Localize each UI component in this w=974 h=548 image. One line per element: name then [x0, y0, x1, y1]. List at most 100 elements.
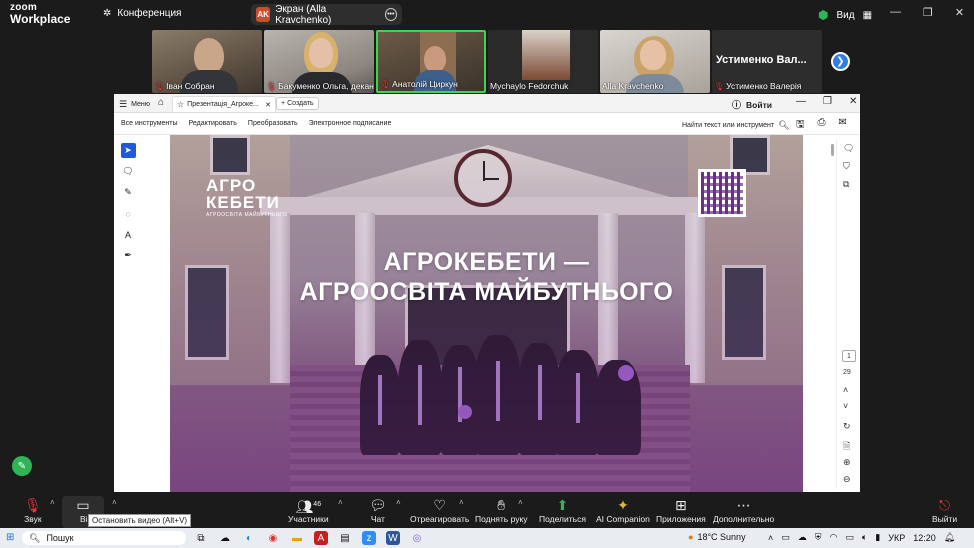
audio-button[interactable]: 🎙 Звук	[24, 496, 42, 524]
text-tool-icon[interactable]: A	[121, 227, 136, 242]
comment-panel-icon[interactable]: 🗨	[843, 143, 854, 154]
volume-icon[interactable]: 🔈︎	[862, 532, 867, 543]
participants-count: 46	[313, 501, 322, 508]
tool-convert[interactable]: Преобразовать	[248, 120, 298, 127]
edge-icon[interactable]: ◐	[242, 531, 256, 545]
signin-button[interactable]: ⓘ Войти	[732, 98, 772, 111]
restore-icon[interactable]: ❐	[823, 96, 832, 107]
minimize-icon[interactable]: —	[796, 96, 806, 107]
pen-icon[interactable]: ✎	[121, 185, 136, 200]
lasso-icon[interactable]: ◌	[121, 206, 136, 221]
onedrive-icon[interactable]: ☁	[798, 532, 807, 543]
annotate-pencil-button[interactable]: ✎	[12, 456, 32, 476]
comment-icon[interactable]: 🗨	[121, 164, 136, 179]
clock-time[interactable]: 12:20	[913, 533, 936, 543]
pencil-icon: ✎	[17, 460, 27, 472]
vertical-scrollbar[interactable]	[831, 144, 834, 156]
zoom-app-icon[interactable]: z	[362, 531, 376, 545]
windows-taskbar: ⊞ 🔍︎ Пошук ⧉ ☁ ◐ ◉ ▬ A ▤ z W ◎ ● 18°C Su…	[0, 528, 974, 548]
ai-companion-button[interactable]: ✦ AI Companion	[596, 496, 650, 524]
audio-options-caret[interactable]: ˄	[50, 498, 55, 507]
chevron-up-icon[interactable]: ˄	[843, 385, 848, 395]
apps-label: Приложения	[656, 514, 706, 524]
screen-share-indicator[interactable]: AK Экран (Alla Kravchenko) •••	[251, 4, 402, 26]
participant-tile[interactable]: 🎙 Бакуменко Ольга, декан	[264, 30, 374, 93]
participant-tile[interactable]: 🎙 Іван Собран	[152, 30, 262, 93]
tab-title: Презентація_Агроке...	[187, 101, 259, 108]
refresh-icon[interactable]: ↻	[843, 421, 851, 432]
more-icon: ⋯	[736, 497, 751, 513]
chat-button[interactable]: 💬︎ Чат	[369, 496, 387, 524]
tray-arrow-icon[interactable]: ˄	[768, 533, 773, 543]
video-options-caret[interactable]: ˄	[112, 498, 117, 507]
language-indicator[interactable]: УКР	[888, 533, 905, 543]
apps-button[interactable]: ⊞ Приложения	[656, 496, 706, 524]
acrobat-icon[interactable]: A	[314, 531, 328, 545]
create-button[interactable]: + Создать	[276, 97, 319, 110]
acrobat-title-bar: ☰ Меню ⌂ ☆ Презентація_Агроке... ✕ + Соз…	[114, 94, 860, 113]
search-tool[interactable]: Найти текст или инструмент 🔍︎	[682, 120, 790, 131]
wifi-icon[interactable]: ◠	[830, 532, 838, 543]
leave-button[interactable]: ⎋ Выйти	[932, 496, 957, 524]
home-icon[interactable]: ⌂	[158, 97, 164, 108]
close-icon[interactable]: ✕	[955, 6, 964, 19]
stamp-icon[interactable]: ✒	[121, 248, 136, 263]
zoom-out-icon[interactable]: ⊖	[843, 474, 851, 485]
tool-edit[interactable]: Редактировать	[189, 120, 237, 127]
minimize-icon[interactable]: —	[890, 6, 901, 19]
explorer-icon[interactable]: ▬	[290, 531, 304, 545]
participant-tile[interactable]: Устименко Вал... 🎙 Устименко Валерія	[712, 30, 822, 93]
next-page-button[interactable]: ❯	[831, 52, 850, 71]
chrome-icon[interactable]: ◉	[266, 531, 280, 545]
document-tab[interactable]: ☆ Презентація_Агроке... ✕	[172, 96, 276, 112]
share-button[interactable]: ⬆ Поделиться	[539, 496, 586, 524]
participants-button[interactable]: 👥︎46 Участники	[288, 496, 329, 524]
windows-start-icon[interactable]: ⊞	[6, 532, 14, 543]
react-caret[interactable]: ˄	[459, 498, 464, 507]
battery-icon[interactable]: ▮	[875, 532, 880, 543]
task-view-icon[interactable]: ⧉	[194, 531, 208, 545]
widgets-icon[interactable]: ☁	[218, 531, 232, 545]
viber-icon[interactable]: ◎	[410, 531, 424, 545]
print-icon[interactable]: ⎙	[818, 117, 826, 134]
heart-icon: ♡	[433, 497, 446, 513]
meeting-info-button[interactable]: ✲ Конференция	[103, 8, 181, 19]
network-icon[interactable]: ▭	[845, 532, 854, 543]
participant-tile[interactable]: Alla Kravchenko	[600, 30, 710, 93]
raise-hand-caret[interactable]: ˄	[518, 498, 523, 507]
page-fit-icon[interactable]: 🗎	[843, 439, 850, 455]
participant-tile[interactable]: Mychaylo Fedorchuk	[488, 30, 598, 93]
slide-logo-sub: АГРООСВІТА МАЙБУТНЬОГО	[206, 212, 288, 218]
taskbar-search[interactable]: 🔍︎ Пошук	[22, 531, 186, 545]
participant-tile-active-speaker[interactable]: 🎙 Анатолій Циркун	[376, 30, 486, 93]
security-icon[interactable]: ⛨	[815, 532, 822, 543]
zoom-in-icon[interactable]: ⊕	[843, 457, 851, 468]
bookmark-icon[interactable]: ⛉	[843, 161, 850, 172]
select-cursor-icon[interactable]: ➤	[120, 143, 136, 158]
restore-icon[interactable]: ❐	[923, 6, 933, 19]
mail-icon[interactable]: ✉	[839, 117, 847, 134]
save-icon[interactable]: 🖫	[796, 117, 805, 134]
tab-close-icon[interactable]: ✕	[265, 101, 271, 109]
meet-icon[interactable]: ▭	[781, 532, 790, 543]
copy-icon[interactable]: ⧉	[843, 179, 849, 190]
tool-esign[interactable]: Электронное подписание	[309, 120, 392, 127]
tool-all[interactable]: Все инструменты	[121, 120, 178, 127]
notifications-icon[interactable]: 🔔︎	[944, 532, 955, 543]
more-options-icon[interactable]: •••	[384, 8, 397, 21]
page-number-input[interactable]: 1	[842, 350, 856, 362]
plus-icon: +	[281, 100, 286, 107]
menu-button[interactable]: ☰ Меню	[119, 99, 150, 110]
more-button[interactable]: ⋯ Дополнительно	[713, 496, 774, 524]
files-icon[interactable]: ▤	[338, 531, 352, 545]
view-button[interactable]: ⬢ Вид ▦	[818, 8, 872, 22]
weather-widget[interactable]: ● 18°C Sunny	[688, 532, 746, 542]
chevron-down-icon[interactable]: ˅	[843, 401, 848, 411]
shield-icon: ⬢	[818, 8, 829, 22]
participants-caret[interactable]: ˄	[338, 498, 343, 507]
chat-caret[interactable]: ˄	[396, 498, 401, 507]
word-icon[interactable]: W	[386, 531, 400, 545]
participant-label: 🎙 Устименко Валерія	[714, 81, 801, 91]
close-icon[interactable]: ✕	[849, 96, 857, 107]
participant-label: 🎙 Іван Собран	[154, 81, 215, 91]
